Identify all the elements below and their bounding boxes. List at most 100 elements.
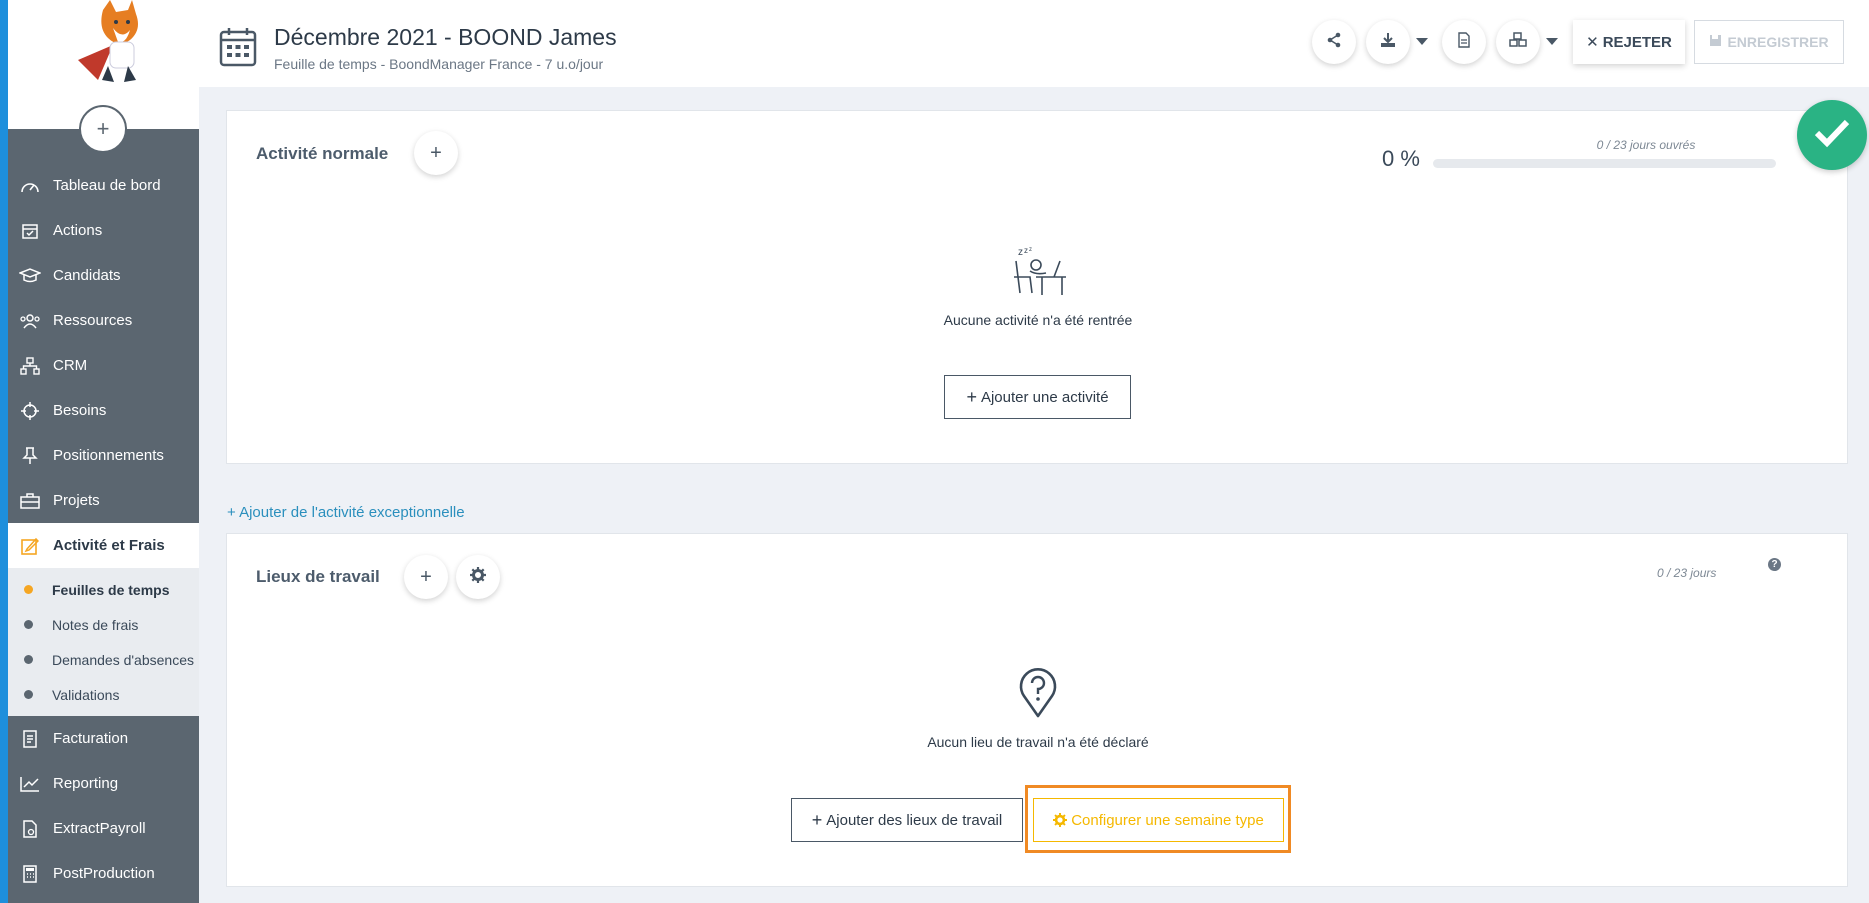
calculator-icon bbox=[18, 864, 42, 884]
nav-actions[interactable]: Actions bbox=[8, 208, 199, 253]
reject-button[interactable]: ✕ REJETER bbox=[1573, 20, 1685, 64]
tools-button[interactable] bbox=[1496, 20, 1540, 64]
nav-label: Facturation bbox=[53, 730, 129, 747]
subnav-feuilles-de-temps[interactable]: Feuilles de temps bbox=[8, 572, 199, 607]
main-nav: Tableau de bord Actions Candidats Ressou… bbox=[8, 163, 199, 896]
subnav-validations[interactable]: Validations bbox=[8, 677, 199, 712]
svg-text:z: z bbox=[1024, 246, 1028, 255]
page-subtitle: Feuille de temps - BoondManager France -… bbox=[274, 56, 604, 72]
highlight-frame bbox=[1025, 785, 1291, 853]
bullet-dot bbox=[24, 655, 33, 664]
dashboard-icon bbox=[18, 176, 42, 196]
nav-extractpayroll[interactable]: ExtractPayroll bbox=[8, 806, 199, 851]
document-icon bbox=[18, 819, 42, 839]
activity-empty-text: Aucune activité n'a été rentrée bbox=[943, 312, 1133, 328]
calendar-icon bbox=[219, 26, 257, 73]
nav-reporting[interactable]: Reporting bbox=[8, 761, 199, 806]
nav-label: ExtractPayroll bbox=[53, 820, 146, 837]
add-exceptional-activity-link[interactable]: + Ajouter de l'activité exceptionnelle bbox=[227, 504, 465, 521]
calendar-check-icon bbox=[18, 221, 42, 241]
bullet-dot bbox=[24, 585, 33, 594]
nav-candidats[interactable]: Candidats bbox=[8, 253, 199, 298]
map-marker-question-icon bbox=[1017, 666, 1059, 723]
nav-label: Ressources bbox=[53, 312, 133, 329]
sleeping-desk-icon: z z z bbox=[1008, 241, 1068, 302]
briefcase-icon bbox=[18, 491, 42, 511]
activity-submenu: Feuilles de temps Notes de frais Demande… bbox=[8, 568, 199, 716]
bullet-dot bbox=[24, 620, 33, 629]
workplaces-empty-text: Aucun lieu de travail n'a été déclaré bbox=[927, 734, 1149, 750]
subnav-notes-de-frais[interactable]: Notes de frais bbox=[8, 607, 199, 642]
users-icon bbox=[18, 311, 42, 331]
share-icon bbox=[1326, 32, 1342, 53]
tools-dropdown-caret[interactable] bbox=[1546, 38, 1558, 45]
page-title: Décembre 2021 - BOOND James bbox=[274, 24, 617, 50]
nav-ressources[interactable]: Ressources bbox=[8, 298, 199, 343]
save-icon bbox=[1709, 34, 1722, 50]
nav-label: Candidats bbox=[53, 267, 121, 284]
crosshair-icon bbox=[18, 401, 42, 421]
plus-icon: + bbox=[430, 141, 442, 164]
cubes-icon bbox=[1509, 31, 1527, 53]
save-label: ENREGISTRER bbox=[1727, 34, 1829, 50]
nav-positionnements[interactable]: Positionnements bbox=[8, 433, 199, 478]
svg-text:z: z bbox=[1018, 247, 1023, 258]
nav-label: Projets bbox=[53, 492, 100, 509]
bullet-dot bbox=[24, 690, 33, 699]
nav-crm[interactable]: CRM bbox=[8, 343, 199, 388]
workplaces-days: 0 / 23 jours bbox=[1657, 566, 1717, 580]
plus-icon: + bbox=[811, 809, 823, 830]
left-edge-strip bbox=[0, 0, 8, 903]
add-activity-label: Ajouter une activité bbox=[980, 388, 1109, 406]
add-activity-round-button[interactable]: + bbox=[414, 131, 458, 175]
nav-label: CRM bbox=[53, 357, 88, 374]
chart-line-icon bbox=[18, 774, 42, 794]
plus-icon: + bbox=[966, 386, 977, 407]
document-button[interactable] bbox=[1442, 20, 1486, 64]
activity-percent: 0 % bbox=[1382, 146, 1420, 171]
workplace-settings-button[interactable] bbox=[456, 555, 500, 599]
nav-label: PostProduction bbox=[53, 865, 155, 882]
close-icon: ✕ bbox=[1586, 34, 1599, 51]
top-bar: Décembre 2021 - BOOND James Feuille de t… bbox=[199, 0, 1869, 87]
svg-text:z: z bbox=[1029, 247, 1032, 253]
reject-label: REJETER bbox=[1602, 33, 1672, 51]
checkmark-icon bbox=[1814, 118, 1850, 153]
graduation-cap-icon bbox=[18, 266, 42, 286]
gear-icon bbox=[470, 566, 486, 589]
download-icon bbox=[1380, 32, 1396, 53]
subnav-label: Demandes d'absences bbox=[52, 651, 194, 668]
download-button[interactable] bbox=[1366, 20, 1410, 64]
subnav-label: Notes de frais bbox=[52, 616, 139, 633]
nav-activite-et-frais[interactable]: Activité et Frais bbox=[8, 523, 199, 568]
pin-icon bbox=[18, 446, 42, 466]
subnav-demandes-absences[interactable]: Demandes d'absences bbox=[8, 642, 199, 677]
nav-facturation[interactable]: Facturation bbox=[8, 716, 199, 761]
validated-check-button[interactable] bbox=[1797, 100, 1867, 170]
add-workplaces-button[interactable]: + Ajouter des lieux de travail bbox=[791, 798, 1023, 842]
subnav-label: Validations bbox=[52, 686, 120, 703]
file-icon bbox=[1457, 31, 1471, 53]
activity-progress-bar bbox=[1433, 159, 1776, 168]
save-button[interactable]: ENREGISTRER bbox=[1694, 20, 1844, 64]
subnav-label: Feuilles de temps bbox=[52, 581, 170, 598]
quick-add-button[interactable]: + bbox=[79, 105, 127, 153]
help-icon[interactable]: ? bbox=[1768, 558, 1781, 571]
download-dropdown-caret[interactable] bbox=[1416, 38, 1428, 45]
nav-projets[interactable]: Projets bbox=[8, 478, 199, 523]
add-activity-button[interactable]: + Ajouter une activité bbox=[944, 375, 1131, 419]
plus-icon: + bbox=[420, 565, 432, 588]
nav-label: Activité et Frais bbox=[53, 537, 165, 554]
add-workplace-round-button[interactable]: + bbox=[404, 555, 448, 599]
share-button[interactable] bbox=[1312, 20, 1356, 64]
edit-icon bbox=[18, 536, 42, 556]
fox-logo bbox=[78, 0, 138, 82]
nav-tableau-de-bord[interactable]: Tableau de bord bbox=[8, 163, 199, 208]
add-workplaces-label: Ajouter des lieux de travail bbox=[826, 811, 1003, 829]
nav-postproduction[interactable]: PostProduction bbox=[8, 851, 199, 896]
nav-label: Tableau de bord bbox=[53, 177, 161, 194]
nav-label: Reporting bbox=[53, 775, 119, 792]
nav-label: Besoins bbox=[53, 402, 107, 419]
activity-days: 0 / 23 jours ouvrés bbox=[1596, 138, 1696, 152]
nav-besoins[interactable]: Besoins bbox=[8, 388, 199, 433]
